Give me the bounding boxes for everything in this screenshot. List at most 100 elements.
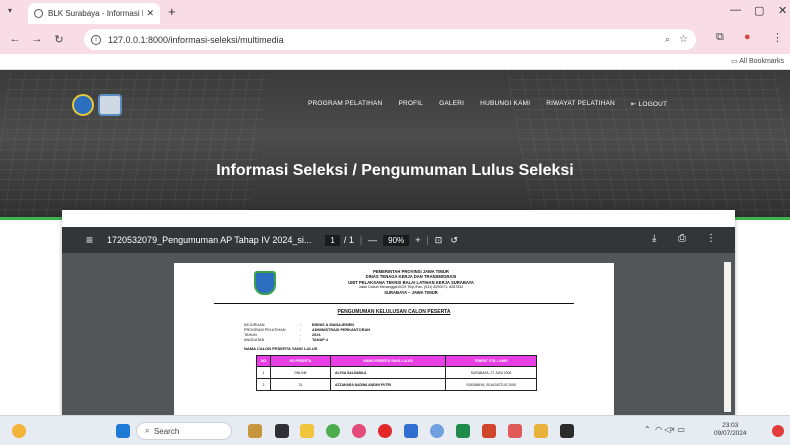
taskbar-search[interactable]: ⌕ Search — [136, 422, 232, 440]
all-bookmarks[interactable]: ▭ All Bookmarks — [731, 57, 784, 65]
letterhead-rule — [214, 303, 574, 304]
nav-riwayat-pelatihan[interactable]: RIWAYAT PELATIHAN — [546, 100, 615, 108]
extensions-icon[interactable]: ⧉ — [716, 31, 724, 44]
start-icon[interactable] — [116, 424, 130, 438]
rotate-icon[interactable]: ↺ — [450, 235, 458, 246]
sublime-icon[interactable] — [534, 424, 548, 438]
jatim-logo[interactable] — [72, 94, 94, 116]
pdf-menu-icon[interactable]: ≡ — [86, 233, 93, 247]
column-header: NO.PESERTA — [270, 355, 331, 367]
pdf-zoom-input[interactable]: 90% — [383, 234, 410, 246]
tab-list-icon[interactable]: ▾ — [8, 6, 12, 15]
cell-no-peserta: ONLINE — [270, 366, 331, 379]
cell-nama: AZZAHARA NADWA ANDINI PUTRI — [330, 378, 446, 391]
weather-icon[interactable] — [12, 424, 26, 438]
new-tab-icon[interactable]: + — [168, 4, 176, 19]
clock-time: 23:03 — [722, 422, 739, 429]
widget-icon[interactable] — [248, 424, 262, 438]
print-icon[interactable]: ⎙ — [678, 233, 686, 244]
close-tab-icon[interactable]: ✕ — [146, 8, 154, 19]
file-explorer-icon[interactable] — [300, 424, 314, 438]
nav-program-pelatihan[interactable]: PROGRAM PELATIHAN — [308, 100, 382, 108]
profile-icon[interactable]: ● — [744, 31, 751, 43]
close-window-icon[interactable]: ✕ — [778, 4, 787, 17]
page-title: Informasi Seleksi / Pengumuman Lulus Sel… — [216, 162, 574, 179]
logout-label: LOGOUT — [638, 101, 668, 108]
nav-hubungi-kami[interactable]: HUBUNGI KAMI — [480, 100, 530, 108]
minimize-icon[interactable]: — — [730, 4, 741, 16]
cell-no: 2 — [256, 378, 271, 391]
url-text[interactable]: 127.0.0.1:8000/informasi-seleksi/multime… — [108, 35, 284, 45]
task-view-icon[interactable] — [275, 424, 289, 438]
pdf-page: PEMERINTAH PROVINSI JAWA TIMUR DINAS TEN… — [174, 263, 614, 415]
program-meta: KEJURUAN: BISNIS & MANAJEMEN PROGRAM PELA… — [244, 323, 370, 342]
address-bar[interactable]: i 127.0.0.1:8000/informasi-seleksi/multi… — [84, 29, 696, 50]
pdf-page-input[interactable]: 1 — [325, 234, 340, 246]
nav-profil[interactable]: PROFIL — [398, 100, 423, 108]
system-tray-icons[interactable]: ⌃ ◠ ◁× ▭ — [644, 425, 685, 434]
cell-ttl: SURABAYA, 27 JUNI 2006 — [445, 366, 537, 379]
chrome-icon[interactable] — [326, 424, 340, 438]
app-icon[interactable] — [508, 424, 522, 438]
cell-nama: ALYSA SALSABILA — [330, 366, 446, 379]
more-options-icon[interactable]: ⋮ — [706, 233, 716, 244]
bookmarks-bar: ▭ All Bookmarks — [0, 54, 790, 70]
column-header: TEMPAT /TGL LAHIR — [445, 355, 537, 367]
building-bg — [506, 70, 790, 220]
clock-date: 09/07/2024 — [714, 430, 747, 437]
tab-strip: ▾ BLK Surabaya - Informasi Pelati ✕ + — … — [0, 0, 790, 24]
back-icon[interactable]: ← — [8, 33, 22, 45]
main-nav: PROGRAM PELATIHAN PROFIL GALERI HUBUNGI … — [308, 100, 667, 108]
search-placeholder: Search — [153, 426, 180, 436]
browser-tab[interactable]: BLK Surabaya - Informasi Pelati ✕ — [28, 3, 160, 24]
pdf-frame-top — [62, 210, 735, 227]
clock[interactable]: 23:03 09/07/2024 — [714, 422, 747, 438]
table-row: 1 ONLINE ALYSA SALSABILA SURABAYA, 27 JU… — [256, 366, 537, 379]
opera-icon[interactable] — [378, 424, 392, 438]
excel-icon[interactable] — [456, 424, 470, 438]
bookmark-star-icon[interactable]: ☆ — [679, 34, 688, 45]
meta-value: ADMINISTRASI PERKANTORAN — [312, 328, 370, 332]
pdf-scrollbar[interactable] — [724, 262, 731, 412]
search-icon: ⌕ — [145, 426, 154, 435]
fit-page-icon[interactable]: ⊡ — [435, 235, 443, 246]
cell-no: 1 — [256, 366, 271, 379]
toolbar-divider: | — [359, 235, 363, 245]
letterhead-city: SURABAYA – JAWA TIMUR — [384, 290, 438, 296]
site-hero: PROGRAM PELATIHAN PROFIL GALERI HUBUNGI … — [0, 70, 790, 220]
app-icon[interactable] — [430, 424, 444, 438]
cell-no-peserta: 31 — [270, 378, 331, 391]
pdf-toolbar: ≡ 1720532079_Pengumuman AP Tahap IV 2024… — [62, 227, 735, 253]
pdf-viewer[interactable]: ≡ 1720532079_Pengumuman AP Tahap IV 2024… — [62, 210, 735, 415]
site-info-icon[interactable]: i — [91, 34, 101, 45]
app-icon[interactable] — [352, 424, 366, 438]
terminal-icon[interactable] — [560, 424, 574, 438]
toolbar-divider: | — [426, 235, 429, 245]
nav-galeri[interactable]: GALERI — [439, 100, 464, 108]
nav-logout[interactable]: ⇤ LOGOUT — [631, 100, 667, 108]
pdf-page-total: / 1 — [343, 235, 354, 245]
menu-icon[interactable]: ⋮ — [772, 31, 783, 44]
zoom-in-icon[interactable]: + — [415, 235, 420, 245]
building-bg — [0, 70, 271, 220]
zoom-icon[interactable]: ⌕ — [665, 34, 670, 45]
notification-icon[interactable] — [772, 425, 784, 437]
logout-icon: ⇤ — [630, 101, 639, 108]
taskbar: ⌕ Search ⌃ ◠ ◁× ▭ 23:03 09/07/2024 — [0, 415, 790, 445]
maximize-icon[interactable]: ▢ — [754, 4, 764, 17]
pdf-filename: 1720532079_Pengumuman AP Tahap IV 2024_s… — [107, 235, 312, 245]
powerpoint-icon[interactable] — [482, 424, 496, 438]
forward-icon[interactable]: → — [30, 33, 44, 45]
download-icon[interactable]: ⤓ — [652, 233, 656, 244]
column-header: NAMA PESERTA YANG LULUS — [330, 355, 446, 367]
table-row: 2 31 AZZAHARA NADWA ANDINI PUTRI SURABAY… — [256, 378, 537, 391]
reload-icon[interactable]: ↻ — [52, 33, 66, 46]
letterhead: PEMERINTAH PROVINSI JAWA TIMUR DINAS TEN… — [286, 269, 536, 295]
blk-logo[interactable] — [98, 94, 122, 116]
column-header: NO — [256, 355, 271, 367]
announcement-title: PENGUMUMAN KELULUSAN CALON PESERTA — [337, 309, 451, 315]
favicon-icon — [34, 9, 43, 18]
zoom-out-icon[interactable]: — — [368, 235, 377, 245]
app-icon[interactable] — [404, 424, 418, 438]
meta-value: TAHAP 4 — [312, 338, 328, 342]
